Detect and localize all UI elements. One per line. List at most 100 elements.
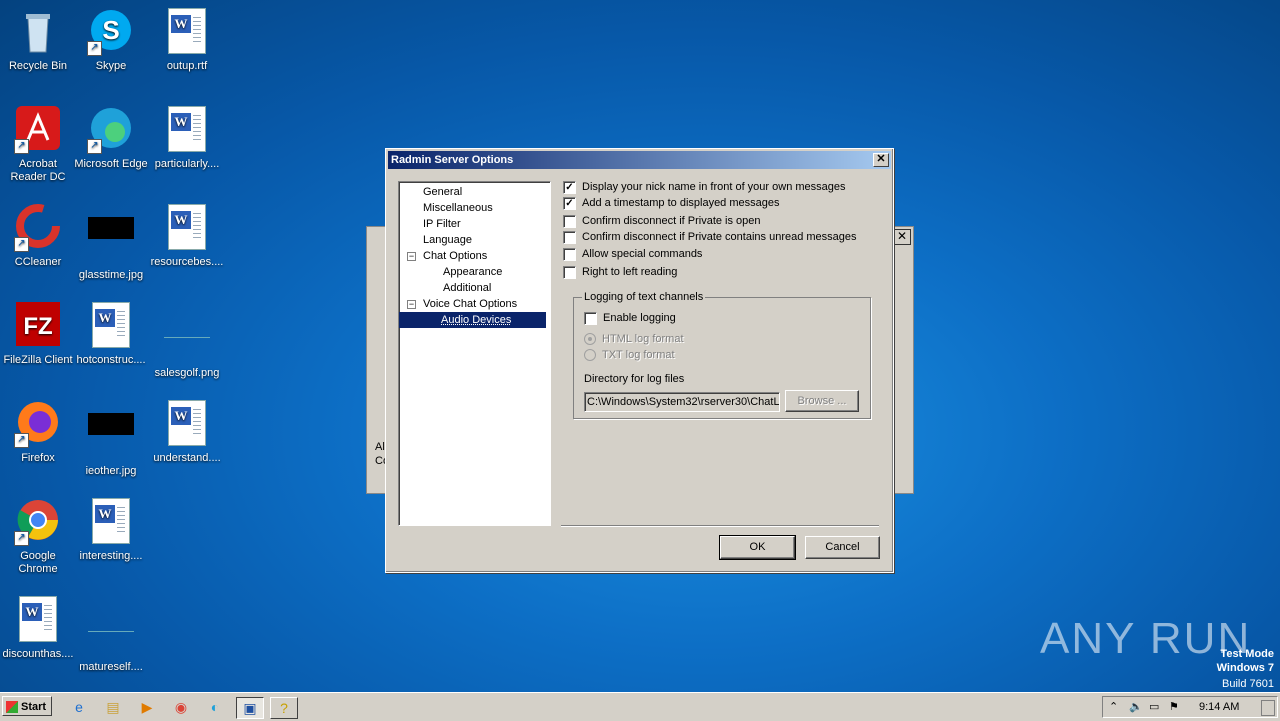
checkbox-enable-logging[interactable] xyxy=(584,312,597,325)
collapse-chat-options-icon[interactable]: − xyxy=(407,252,416,261)
logging-group-title: Logging of text channels xyxy=(582,291,705,303)
option-confirm-private-open[interactable]: Confirm disconnect if Private is open xyxy=(563,213,761,229)
desktop-icon-glasstime[interactable]: glasstime.jpg xyxy=(73,204,149,282)
tree-item-language[interactable]: Language xyxy=(421,232,474,248)
ok-button[interactable]: OK xyxy=(720,536,795,559)
logging-group: Logging of text channels Enable logging … xyxy=(573,297,871,419)
tree-item-ip-filter[interactable]: IP Filter xyxy=(421,216,463,232)
desktop-icon-discounthas[interactable]: W discounthas.... xyxy=(0,596,76,661)
action-center-flag-icon[interactable]: ⚑ xyxy=(1169,697,1179,717)
cancel-button[interactable]: Cancel xyxy=(805,536,880,559)
word-doc-icon: W xyxy=(87,498,135,546)
background-window-text-1: Al xyxy=(375,441,385,453)
test-mode-text: Test Mode xyxy=(1180,648,1274,660)
log-directory-label: Directory for log files xyxy=(584,373,684,385)
desktop-icon-filezilla[interactable]: FZ FileZilla Client xyxy=(0,302,76,367)
word-doc-icon: W xyxy=(163,204,211,252)
checkbox-display-nick[interactable]: ✓ xyxy=(563,181,576,194)
checkbox-right-to-left[interactable] xyxy=(563,266,576,279)
browse-button[interactable]: Browse ... xyxy=(785,390,859,412)
dialog-title: Radmin Server Options xyxy=(391,154,513,166)
radmin-options-dialog: Radmin Server Options ✕ General Miscella… xyxy=(385,148,894,573)
option-html-log-format[interactable]: HTML log format xyxy=(584,331,684,347)
firefox-icon: ↗ xyxy=(14,400,62,448)
checkbox-allow-special-commands[interactable] xyxy=(563,248,576,261)
checkbox-confirm-private-unread[interactable] xyxy=(563,231,576,244)
windows-flag-icon xyxy=(6,701,18,713)
checkbox-confirm-private-open[interactable] xyxy=(563,215,576,228)
option-right-to-left[interactable]: Right to left reading xyxy=(563,264,677,280)
option-confirm-private-unread[interactable]: Confirm disconnect if Private contains u… xyxy=(563,229,857,245)
dialog-close-button[interactable]: ✕ xyxy=(873,153,889,167)
tree-item-chat-options[interactable]: Chat Options xyxy=(421,248,489,264)
tree-item-miscellaneous[interactable]: Miscellaneous xyxy=(421,200,495,216)
chrome-icon: ↗ xyxy=(14,498,62,546)
desktop-icon-recycle-bin[interactable]: Recycle Bin xyxy=(0,8,76,73)
checkbox-add-timestamp[interactable]: ✓ xyxy=(563,197,576,210)
radmin-taskbar-icon[interactable]: ▣ xyxy=(236,697,264,719)
ccleaner-icon: ↗ xyxy=(14,204,62,252)
acrobat-icon: ↗ xyxy=(14,106,62,154)
desktop-icon-hotconstruc[interactable]: W hotconstruc.... xyxy=(73,302,149,367)
edge-taskbar-icon[interactable]: ◐ xyxy=(204,697,226,717)
desktop-icon-interesting[interactable]: W interesting.... xyxy=(73,498,149,563)
option-allow-special-commands[interactable]: Allow special commands xyxy=(563,246,702,262)
tree-item-audio-devices[interactable]: Audio Devices xyxy=(399,312,546,328)
help-taskbar-icon[interactable]: ? xyxy=(270,697,298,719)
windows-version-text: Windows 7 xyxy=(1180,662,1274,674)
radio-html-log-format[interactable] xyxy=(584,333,596,345)
desktop-icon-matureself[interactable]: matureself.... xyxy=(73,596,149,674)
option-display-nick[interactable]: ✓ Display your nick name in front of you… xyxy=(563,179,846,195)
ie-icon[interactable]: e xyxy=(68,697,90,717)
start-button[interactable]: Start xyxy=(2,696,52,716)
desktop-icon-chrome[interactable]: ↗ Google Chrome xyxy=(0,498,76,576)
edge-icon: ↗ xyxy=(87,106,135,154)
option-enable-logging[interactable]: Enable logging xyxy=(584,310,676,326)
option-add-timestamp[interactable]: ✓ Add a timestamp to displayed messages xyxy=(563,195,780,211)
word-doc-icon: W xyxy=(87,302,135,350)
desktop-icon-particularly[interactable]: W particularly.... xyxy=(149,106,225,171)
desktop-icon-salesgolf[interactable]: salesgolf.png xyxy=(149,302,225,380)
tree-item-appearance[interactable]: Appearance xyxy=(441,264,504,280)
background-window-close-button[interactable]: ✕ xyxy=(893,229,911,245)
tree-item-general[interactable]: General xyxy=(421,184,464,200)
explorer-icon[interactable]: ▤ xyxy=(102,697,124,717)
tree-item-voice-chat-options[interactable]: Voice Chat Options xyxy=(421,296,519,312)
dialog-titlebar[interactable]: Radmin Server Options ✕ xyxy=(388,151,891,169)
option-txt-log-format[interactable]: TXT log format xyxy=(584,347,675,363)
options-tree[interactable]: General Miscellaneous IP Filter Language… xyxy=(398,181,551,526)
dialog-separator xyxy=(561,525,879,527)
desktop-icon-understand[interactable]: W understand.... xyxy=(149,400,225,465)
desktop-icon-ieother[interactable]: ieother.jpg xyxy=(73,400,149,478)
word-doc-icon: W xyxy=(14,596,62,644)
build-text: Build 7601 xyxy=(1180,678,1274,690)
show-desktop-button[interactable] xyxy=(1261,700,1275,716)
desktop-icon-resourcebes[interactable]: W resourcebes.... xyxy=(149,204,225,269)
chrome-taskbar-icon[interactable]: ◉ xyxy=(170,697,192,717)
svg-text:S: S xyxy=(102,15,119,45)
image-icon xyxy=(87,609,135,657)
network-icon[interactable]: ▭ xyxy=(1149,697,1159,717)
media-player-icon[interactable]: ▶ xyxy=(136,697,158,717)
taskbar: Start e ▤ ▶ ◉ ◐ ▣ ? ⌃ 🔈 ▭ ⚑ 9:14 AM xyxy=(0,692,1280,721)
word-doc-icon: W xyxy=(163,106,211,154)
skype-icon: S ↗ xyxy=(87,8,135,56)
clock[interactable]: 9:14 AM xyxy=(1199,697,1239,717)
system-tray: ⌃ 🔈 ▭ ⚑ 9:14 AM xyxy=(1102,696,1278,718)
collapse-voice-chat-options-icon[interactable]: − xyxy=(407,300,416,309)
log-directory-field[interactable]: C:\Windows\System32\rserver30\ChatL xyxy=(584,392,780,412)
word-doc-icon: W xyxy=(163,400,211,448)
recycle-bin-icon xyxy=(14,8,62,56)
tree-item-additional[interactable]: Additional xyxy=(441,280,493,296)
desktop-icon-skype[interactable]: S ↗ Skype xyxy=(73,8,149,73)
radio-txt-log-format[interactable] xyxy=(584,349,596,361)
desktop-icon-firefox[interactable]: ↗ Firefox xyxy=(0,400,76,465)
desktop-icon-edge[interactable]: ↗ Microsoft Edge xyxy=(73,106,149,171)
svg-text:FZ: FZ xyxy=(23,313,52,340)
filezilla-icon: FZ xyxy=(14,302,62,350)
desktop-icon-ccleaner[interactable]: ↗ CCleaner xyxy=(0,204,76,269)
tray-expand-icon[interactable]: ⌃ xyxy=(1109,697,1118,717)
volume-icon[interactable]: 🔈 xyxy=(1129,697,1143,717)
desktop-icon-outup-rtf[interactable]: W outup.rtf xyxy=(149,8,225,73)
desktop-icon-acrobat[interactable]: ↗ Acrobat Reader DC xyxy=(0,106,76,184)
